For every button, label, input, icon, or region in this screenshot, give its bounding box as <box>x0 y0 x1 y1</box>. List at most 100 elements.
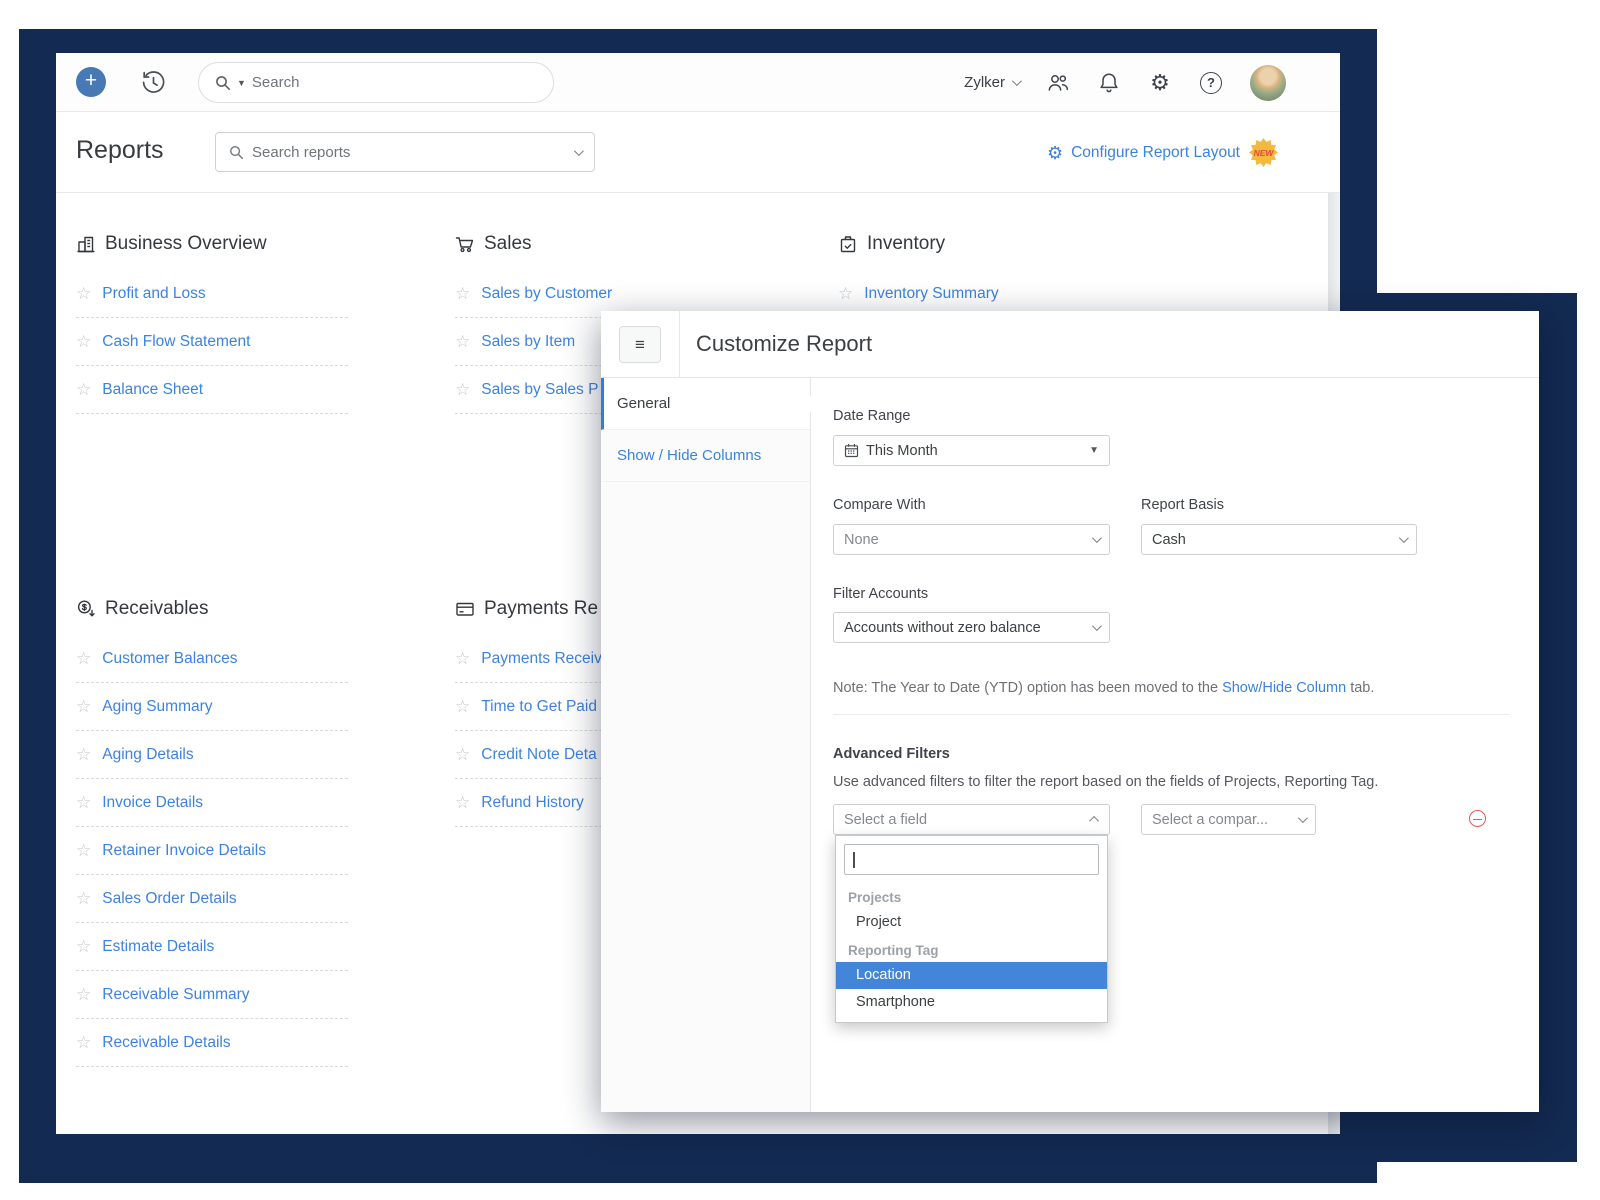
favorite-star-icon[interactable]: ☆ <box>76 889 91 909</box>
configure-report-layout-link[interactable]: ⚙ Configure Report Layout NEW <box>1047 112 1278 193</box>
recent-history-icon[interactable] <box>140 69 167 96</box>
top-navbar: + ▼ Zylker <box>56 53 1340 112</box>
quick-create-button[interactable]: + <box>76 67 106 97</box>
global-search-input[interactable] <box>252 74 537 91</box>
report-link[interactable]: Invoice Details <box>102 794 203 812</box>
credit-card-icon <box>455 599 475 619</box>
report-link[interactable]: Time to Get Paid <box>481 698 597 716</box>
section-title: Business Overview <box>105 233 267 255</box>
dropdown-search-input[interactable] <box>845 845 1098 874</box>
favorite-star-icon[interactable]: ☆ <box>76 1033 91 1053</box>
report-row: ☆ Customer Balances <box>76 635 348 683</box>
show-hide-column-link[interactable]: Show/Hide Column <box>1222 680 1346 696</box>
report-row: ☆ Receivable Summary <box>76 971 348 1019</box>
favorite-star-icon[interactable]: ☆ <box>455 332 470 352</box>
dropdown-option-project[interactable]: Project <box>836 909 1107 936</box>
favorite-star-icon[interactable]: ☆ <box>455 380 470 400</box>
favorite-star-icon[interactable]: ☆ <box>76 841 91 861</box>
tab-label: General <box>617 395 670 412</box>
favorite-star-icon[interactable]: ☆ <box>455 745 470 765</box>
report-link[interactable]: Sales by Customer <box>481 285 612 303</box>
tab-show-hide-columns[interactable]: Show / Hide Columns <box>601 430 810 482</box>
page-title: Reports <box>76 136 164 165</box>
report-row: ☆ Aging Details <box>76 731 348 779</box>
dropdown-option-location[interactable]: Location <box>836 962 1107 989</box>
report-link[interactable]: Sales by Sales P <box>481 381 598 399</box>
dropdown-option-smartphone[interactable]: Smartphone <box>836 989 1107 1016</box>
ytd-note: Note: The Year to Date (YTD) option has … <box>833 680 1374 696</box>
configure-label: Configure Report Layout <box>1071 144 1240 162</box>
report-search[interactable] <box>215 132 595 172</box>
report-basis-select[interactable]: Cash <box>1141 524 1417 555</box>
report-link[interactable]: Credit Note Deta <box>481 746 596 764</box>
modal-content: Date Range This Month ▼ Compare With Non… <box>811 378 1539 1112</box>
report-link[interactable]: Estimate Details <box>102 938 214 956</box>
favorite-star-icon[interactable]: ☆ <box>838 284 853 304</box>
search-icon <box>229 145 244 160</box>
filter-accounts-select[interactable]: Accounts without zero balance <box>833 612 1110 643</box>
favorite-star-icon[interactable]: ☆ <box>76 284 91 304</box>
users-icon[interactable] <box>1046 71 1070 95</box>
org-selector[interactable]: Zylker <box>964 74 1019 91</box>
report-link[interactable]: Receivable Summary <box>102 986 249 1004</box>
settings-gear-icon[interactable]: ⚙ <box>1148 71 1172 95</box>
dropdown-search[interactable] <box>844 844 1099 875</box>
favorite-star-icon[interactable]: ☆ <box>455 649 470 669</box>
user-avatar[interactable] <box>1250 65 1286 101</box>
report-link[interactable]: Customer Balances <box>102 650 237 668</box>
tab-general[interactable]: General <box>601 378 810 430</box>
notifications-bell-icon[interactable] <box>1097 71 1121 95</box>
report-link[interactable]: Balance Sheet <box>102 381 203 399</box>
favorite-star-icon[interactable]: ☆ <box>76 985 91 1005</box>
favorite-star-icon[interactable]: ☆ <box>455 793 470 813</box>
search-scope-caret-icon[interactable]: ▼ <box>237 78 246 88</box>
report-row: ☆ Receivable Details <box>76 1019 348 1067</box>
report-link[interactable]: Aging Summary <box>102 698 212 716</box>
report-row: ☆ Retainer Invoice Details <box>76 827 348 875</box>
report-link[interactable]: Cash Flow Statement <box>102 333 250 351</box>
comparator-placeholder: Select a compar... <box>1152 812 1268 828</box>
favorite-star-icon[interactable]: ☆ <box>76 745 91 765</box>
dropdown-group-label: Projects <box>836 883 1107 909</box>
dropdown-group-label: Reporting Tag <box>836 936 1107 962</box>
help-icon[interactable]: ? <box>1199 71 1223 95</box>
report-link[interactable]: Refund History <box>481 794 584 812</box>
favorite-star-icon[interactable]: ☆ <box>76 332 91 352</box>
field-dropdown: Projects Project Reporting Tag Location … <box>835 835 1108 1023</box>
compare-with-select[interactable]: None <box>833 524 1110 555</box>
section-title: Payments Re <box>484 598 598 620</box>
global-search[interactable]: ▼ <box>198 62 554 103</box>
comparator-select[interactable]: Select a compar... <box>1141 804 1316 835</box>
date-range-select[interactable]: This Month ▼ <box>833 435 1110 466</box>
report-link[interactable]: Aging Details <box>102 746 193 764</box>
hamburger-menu-icon[interactable]: ≡ <box>619 326 661 363</box>
filter-accounts-label: Filter Accounts <box>833 586 928 602</box>
favorite-star-icon[interactable]: ☆ <box>76 793 91 813</box>
report-search-input[interactable] <box>252 144 566 161</box>
report-link[interactable]: Retainer Invoice Details <box>102 842 266 860</box>
reports-header: Reports ⚙ Configure Report Layout NEW <box>56 112 1340 193</box>
report-link[interactable]: Receivable Details <box>102 1034 230 1052</box>
report-link[interactable]: Sales by Item <box>481 333 575 351</box>
favorite-star-icon[interactable]: ☆ <box>76 937 91 957</box>
favorite-star-icon[interactable]: ☆ <box>76 380 91 400</box>
section-inventory: Inventory ☆Inventory Summary <box>838 233 1110 318</box>
report-row: ☆ Estimate Details <box>76 923 348 971</box>
report-row: ☆ Cash Flow Statement <box>76 318 348 366</box>
favorite-star-icon[interactable]: ☆ <box>76 649 91 669</box>
modal-menu-cell: ≡ <box>601 311 680 378</box>
report-link[interactable]: Profit and Loss <box>102 285 205 303</box>
modal-header: ≡ Customize Report <box>601 311 1539 378</box>
report-link[interactable]: Payments Receiv <box>481 650 602 668</box>
favorite-star-icon[interactable]: ☆ <box>76 697 91 717</box>
favorite-star-icon[interactable]: ☆ <box>455 284 470 304</box>
report-link[interactable]: Sales Order Details <box>102 890 236 908</box>
favorite-star-icon[interactable]: ☆ <box>455 697 470 717</box>
report-row: ☆ Aging Summary <box>76 683 348 731</box>
report-link[interactable]: Inventory Summary <box>864 285 998 303</box>
remove-filter-icon[interactable] <box>1469 810 1486 827</box>
chevron-down-icon <box>1298 813 1308 823</box>
field-select[interactable]: Select a field <box>833 804 1110 835</box>
chevron-down-icon <box>1012 76 1022 86</box>
chevron-down-icon <box>1092 621 1102 631</box>
